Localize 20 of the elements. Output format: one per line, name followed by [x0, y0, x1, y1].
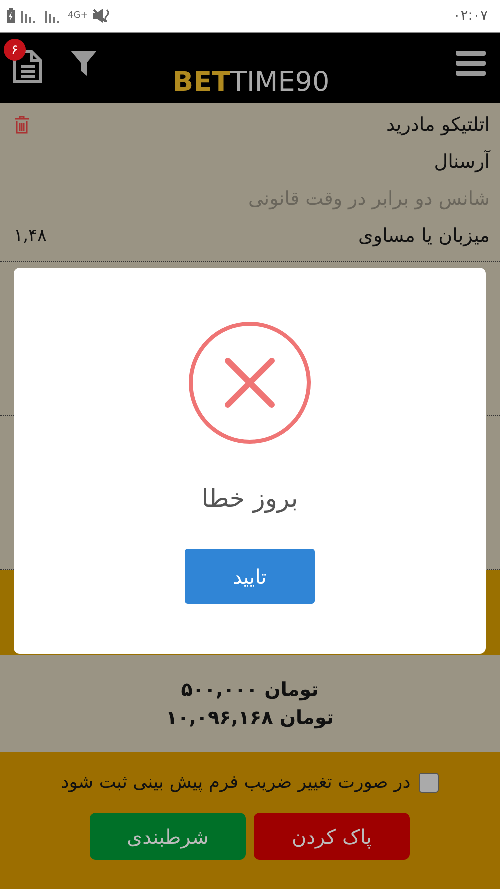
network-type: 4G+ — [68, 11, 88, 21]
odds-value: ۱,۴۸ — [14, 226, 47, 246]
menu-icon[interactable] — [456, 51, 486, 77]
payout-amount: تومان ۱۰,۰۹۶,۱۶۸ — [166, 706, 334, 728]
error-message: بروز خطا — [202, 484, 298, 513]
count-badge: ۶ — [4, 39, 26, 61]
logo: BETTIME90 — [173, 67, 330, 98]
clock: ۰۲:۰۷ — [453, 8, 488, 24]
away-team: آرسنال — [434, 150, 490, 172]
error-icon — [189, 322, 311, 444]
confirm-button[interactable]: تایید — [185, 549, 315, 604]
selection: میزبان یا مساوی — [358, 224, 490, 246]
checkbox-label: در صورت تغییر ضریب فرم پیش بینی ثبت شود — [61, 772, 411, 793]
stake-amount: تومان ۵۰۰,۰۰۰ — [181, 678, 319, 700]
checkbox[interactable] — [418, 772, 439, 792]
place-bet-button[interactable]: شرطبندی — [90, 813, 246, 860]
battery-icon — [6, 8, 16, 24]
home-team: اتلتیکو مادرید — [386, 114, 490, 136]
clear-button[interactable]: پاک کردن — [254, 813, 410, 860]
filter-icon[interactable] — [70, 49, 98, 77]
